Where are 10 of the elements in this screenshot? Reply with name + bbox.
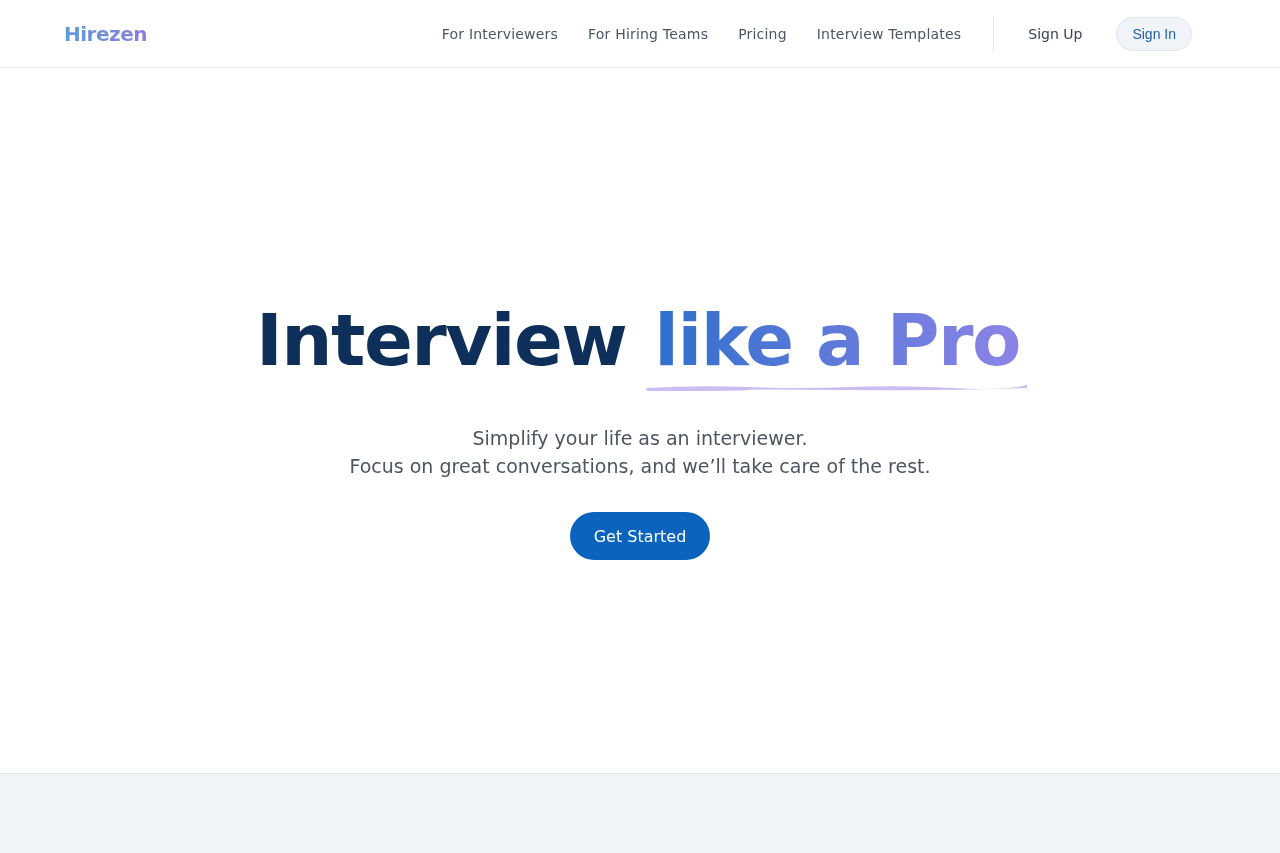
sign-up-link[interactable]: Sign Up (1026, 25, 1085, 42)
hero-subtitle: Simplify your life as an interviewer. (471, 426, 809, 452)
sign-in-button[interactable]: Sign In (1116, 16, 1192, 51)
nav-link[interactable]: Pricing (738, 25, 787, 42)
get-started-button[interactable]: Get Started (569, 512, 711, 561)
hero-subtitle: Focus on great conversations, and we’ll take care of the rest. (349, 454, 931, 480)
nav-link[interactable]: Interview Templates (816, 25, 962, 42)
hero-title: Interview (256, 300, 627, 381)
nav-link[interactable]: For Hiring Teams (588, 25, 709, 42)
nav-link[interactable]: For Interviewers (441, 25, 559, 42)
